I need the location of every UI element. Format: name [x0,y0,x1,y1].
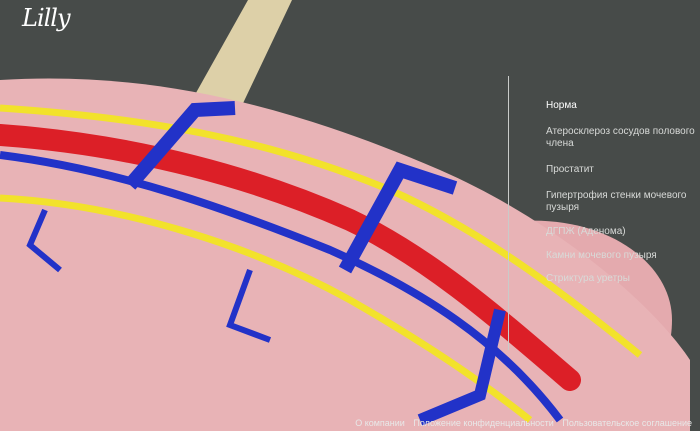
menu-item-bph[interactable]: ДГПЖ (Аденома) [546,226,696,238]
menu-item-norma[interactable]: Норма [546,100,696,112]
menu-item-atherosclerosis[interactable]: Атеросклероз сосудов полового члена [546,126,696,150]
menu-item-urethral-stricture[interactable]: Стриктура уретры [546,273,696,285]
condition-menu: Норма Атеросклероз сосудов полового член… [546,100,696,285]
footer-link-about[interactable]: О компании [355,418,405,428]
menu-item-bladder-stones[interactable]: Камни мочевого пузыря [546,250,696,262]
menu-item-bladder-hypertrophy[interactable]: Гипертрофия стенки мочевого пузыря [546,190,696,214]
lilly-logo[interactable]: Lilly [22,4,71,32]
menu-divider [508,76,509,350]
footer-link-terms[interactable]: Пользовательское соглашение [562,418,692,428]
menu-item-prostatitis[interactable]: Простатит [546,164,696,176]
footer-links: О компании Положение конфиденциальности … [349,418,692,428]
footer-link-privacy[interactable]: Положение конфиденциальности [413,418,554,428]
